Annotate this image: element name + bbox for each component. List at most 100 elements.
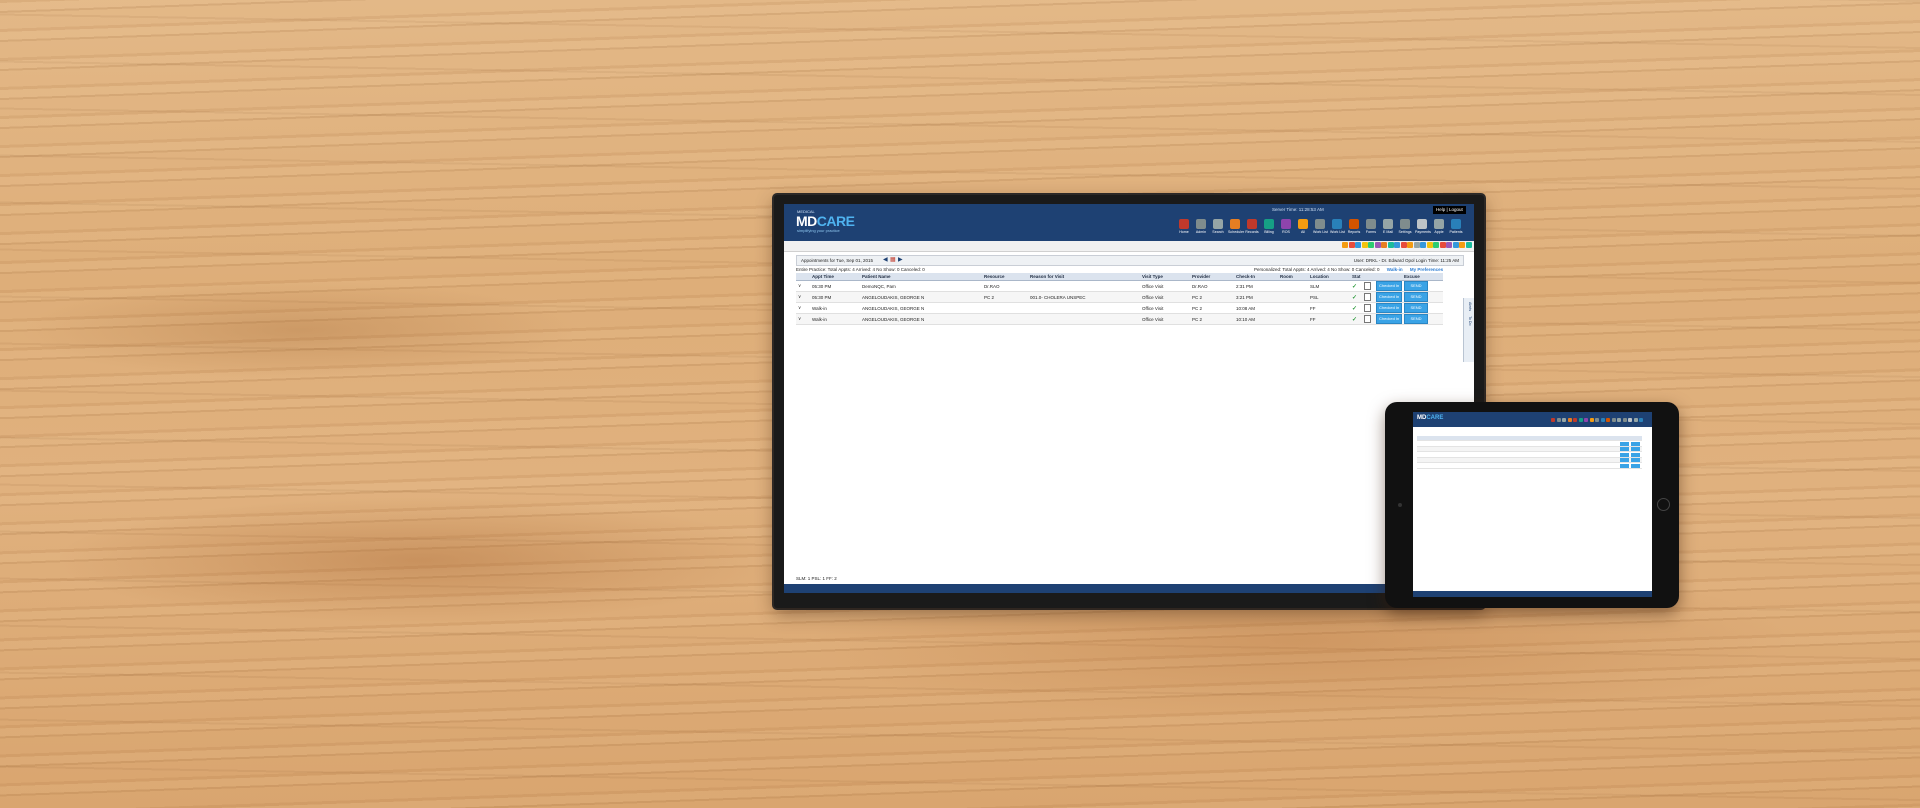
- tablet-home-icon[interactable]: [1551, 418, 1555, 422]
- tablet-apple-icon[interactable]: [1633, 418, 1638, 422]
- toolbar-scheduler-button[interactable]: Scheduler: [1228, 219, 1244, 239]
- send-excuse-button[interactable]: SEND: [1404, 281, 1428, 291]
- tablet-patients-icon[interactable]: [1639, 418, 1643, 422]
- walk-in-link[interactable]: Walk-in: [1387, 267, 1403, 272]
- quick-action-icon[interactable]: [1446, 242, 1452, 248]
- quick-action-icon[interactable]: [1368, 242, 1374, 248]
- prev-day-icon[interactable]: ◀: [883, 256, 888, 265]
- quick-action-icon[interactable]: [1355, 242, 1361, 248]
- quick-action-icon[interactable]: [1452, 242, 1459, 248]
- toolbar-settings-button[interactable]: Settings: [1398, 219, 1412, 239]
- logout-link[interactable]: Logout: [1449, 207, 1463, 212]
- tablet-checked-in-button[interactable]: [1620, 441, 1629, 446]
- send-excuse-button[interactable]: SEND: [1404, 303, 1428, 313]
- tablet-checked-in-button[interactable]: [1620, 452, 1629, 457]
- quick-action-icon[interactable]: [1439, 242, 1446, 248]
- toolbar-payments-button[interactable]: Payments: [1415, 219, 1431, 239]
- quick-action-icon[interactable]: [1394, 242, 1400, 248]
- table-row[interactable]: ⋎ Walk-in ANGELOUDAKIS, GEORGE N Office Vis…: [796, 313, 1443, 325]
- checked-in-button[interactable]: Checked In: [1376, 292, 1402, 302]
- tablet-checked-in-button[interactable]: [1620, 447, 1629, 451]
- toolbar-admin-button[interactable]: Admin: [1194, 219, 1208, 239]
- tablet-dollar-icon[interactable]: [1578, 418, 1583, 422]
- table-row[interactable]: ⋎ 05:30 PM ANGELOUDAKIS, GEORGE N PC 2 001.0…: [796, 291, 1443, 303]
- tablet-checked-in-button[interactable]: [1620, 463, 1629, 468]
- help-link[interactable]: Help: [1436, 207, 1445, 212]
- column-header[interactable]: Appt Time: [810, 273, 860, 281]
- row-menu-icon[interactable]: ⋎: [798, 283, 801, 288]
- quick-action-icon[interactable]: [1348, 242, 1355, 248]
- quick-action-icon[interactable]: [1420, 242, 1426, 248]
- tablet-checked-in-button[interactable]: [1620, 458, 1629, 462]
- quick-action-icon[interactable]: [1433, 242, 1439, 248]
- tablet-send-button[interactable]: [1631, 447, 1640, 451]
- quick-action-icon[interactable]: [1381, 242, 1387, 248]
- tablet-send-button[interactable]: [1631, 463, 1640, 468]
- tablet-search-icon[interactable]: [1562, 418, 1566, 422]
- toolbar-search-button[interactable]: Search: [1211, 219, 1225, 239]
- tablet-table-row[interactable]: [1417, 441, 1642, 447]
- column-header[interactable]: [1362, 273, 1374, 281]
- tablet-records-icon[interactable]: [1573, 418, 1577, 422]
- tablet-send-button[interactable]: [1631, 458, 1640, 462]
- tablet-reports-icon[interactable]: [1606, 418, 1610, 422]
- row-menu-icon[interactable]: ⋎: [798, 294, 801, 299]
- send-excuse-button[interactable]: SEND: [1404, 314, 1428, 324]
- row-menu-icon[interactable]: ⋎: [798, 316, 801, 321]
- column-header[interactable]: Location: [1308, 273, 1350, 281]
- quick-action-icon[interactable]: [1361, 242, 1368, 248]
- column-header[interactable]: Provider: [1190, 273, 1234, 281]
- table-row[interactable]: ⋎ 05:30 PM DemoNQC, Pam Dr.RAO Office Visit D…: [796, 280, 1443, 292]
- quick-action-icon[interactable]: [1459, 242, 1465, 248]
- document-icon[interactable]: [1364, 314, 1371, 323]
- toolbar-home-button[interactable]: Home: [1177, 219, 1191, 239]
- column-header[interactable]: Resource: [982, 273, 1028, 281]
- toolbar-ros-button[interactable]: ROS: [1279, 219, 1293, 239]
- row-menu-icon[interactable]: ⋎: [798, 305, 801, 310]
- tablet-forms-icon[interactable]: [1611, 418, 1616, 422]
- tablet-worklist-icon[interactable]: [1595, 418, 1599, 422]
- document-icon[interactable]: [1364, 303, 1371, 312]
- tablet-settings-icon[interactable]: [1622, 418, 1627, 422]
- toolbar-work-list-button[interactable]: Work List: [1313, 219, 1328, 239]
- tablet-table-row[interactable]: [1417, 463, 1642, 469]
- tablet-table-row[interactable]: [1417, 447, 1642, 452]
- calendar-icon[interactable]: ▦: [890, 256, 896, 265]
- column-header[interactable]: Reason for Visit: [1028, 273, 1140, 281]
- side-tab-todo[interactable]: To Do: [1468, 316, 1472, 325]
- send-excuse-button[interactable]: SEND: [1404, 292, 1428, 302]
- tablet-admin-icon[interactable]: [1556, 418, 1561, 422]
- checked-in-button[interactable]: Checked In: [1376, 303, 1402, 313]
- checked-in-button[interactable]: Checked In: [1376, 314, 1402, 324]
- column-header[interactable]: Room: [1278, 273, 1308, 281]
- quick-action-icon[interactable]: [1400, 242, 1407, 248]
- toolbar-work-list-button[interactable]: Work List: [1330, 219, 1345, 239]
- quick-action-icon[interactable]: [1374, 242, 1381, 248]
- tablet-ros-icon[interactable]: [1584, 418, 1588, 422]
- table-row[interactable]: ⋎ Walk-in ANGELOUDAKIS, GEORGE N Office Vis…: [796, 302, 1443, 314]
- column-header[interactable]: Excuse: [1402, 273, 1443, 281]
- tablet-email-icon[interactable]: [1617, 418, 1621, 422]
- quick-action-icon[interactable]: [1413, 242, 1420, 248]
- tablet-send-button[interactable]: [1631, 452, 1640, 457]
- column-header[interactable]: Visit Type: [1140, 273, 1190, 281]
- document-icon[interactable]: [1364, 292, 1371, 301]
- tablet-all-icon[interactable]: [1589, 418, 1594, 422]
- column-header[interactable]: [1374, 273, 1402, 281]
- column-header[interactable]: Patient Name: [860, 273, 982, 281]
- quick-action-icon[interactable]: [1387, 242, 1394, 248]
- toolbar-records-button[interactable]: Records: [1245, 219, 1259, 239]
- app-logo[interactable]: MDCARE: [796, 213, 855, 229]
- my-preferences-link[interactable]: My Preferences: [1410, 267, 1443, 272]
- tablet-send-button[interactable]: [1631, 441, 1640, 446]
- column-header[interactable]: Check-In: [1234, 273, 1278, 281]
- toolbar-apple-button[interactable]: Apple: [1432, 219, 1446, 239]
- next-day-icon[interactable]: ▶: [898, 256, 903, 265]
- quick-action-icon[interactable]: [1426, 242, 1433, 248]
- column-header[interactable]: Stat: [1350, 273, 1362, 281]
- quick-action-icon[interactable]: [1407, 242, 1413, 248]
- tablet-payments-icon[interactable]: [1628, 418, 1632, 422]
- tablet-table-row[interactable]: [1417, 458, 1642, 463]
- toolbar-reports-button[interactable]: Reports: [1347, 219, 1361, 239]
- tablet-worklist2-icon[interactable]: [1600, 418, 1605, 422]
